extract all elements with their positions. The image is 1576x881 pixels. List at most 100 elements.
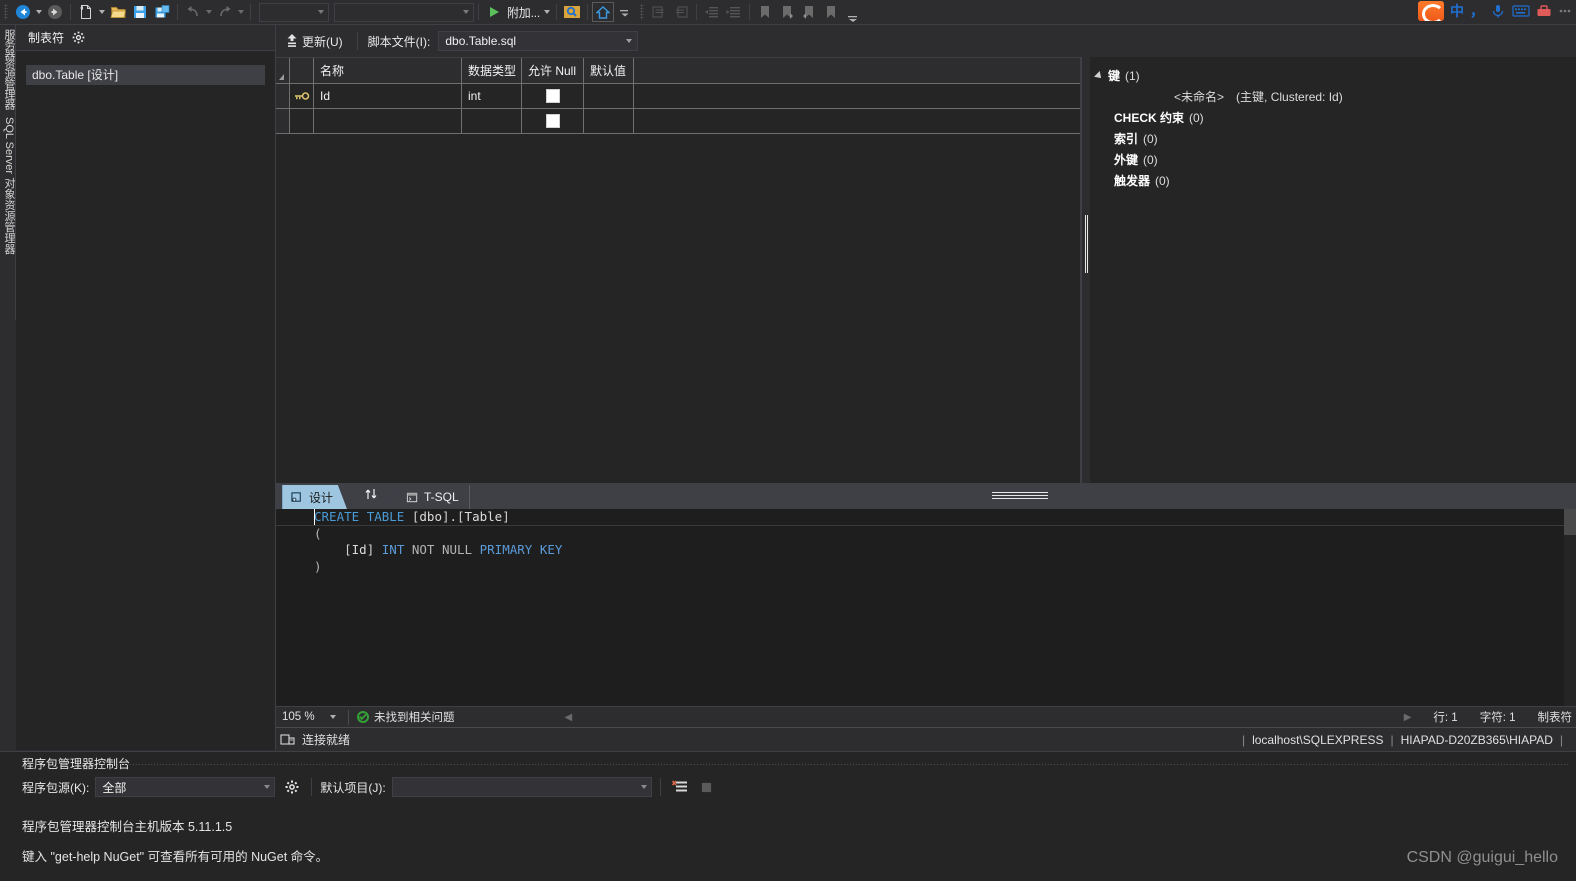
increase-indent-icon[interactable] [723, 1, 745, 23]
package-source-combo[interactable]: 全部 [95, 777, 276, 797]
new-file-dropdown[interactable] [97, 10, 107, 14]
row-name-cell[interactable]: Id [314, 84, 462, 108]
row-allow-null-cell[interactable] [522, 84, 584, 108]
comment-selection-icon[interactable] [648, 1, 670, 23]
toolbar-separator-6 [587, 4, 589, 20]
bookmark-icon[interactable] [754, 1, 776, 23]
tab-tsql[interactable]: T-SQL [384, 485, 470, 509]
tree-node-indexes[interactable]: 索引 (0) [1090, 128, 1576, 149]
row-datatype-cell[interactable] [462, 109, 522, 133]
chevron-down-icon [626, 39, 633, 43]
script-file-value: dbo.Table.sql [445, 34, 517, 48]
platform-combo[interactable] [334, 2, 474, 22]
connection-divider: | [1241, 732, 1246, 747]
tree-node-check-constraints[interactable]: CHECK 约束 (0) [1090, 107, 1576, 128]
stop-icon[interactable] [697, 782, 716, 793]
undo-dropdown[interactable] [204, 10, 214, 14]
row-name-cell[interactable] [314, 109, 462, 133]
keys-tree-panel: 键 (1) <未命名> (主键, Clustered: Id) CHECK 约束… [1090, 57, 1576, 483]
grid-header-default[interactable]: 默认值 [584, 58, 634, 83]
connection-server: localhost\SQLEXPRESS [1252, 732, 1384, 747]
navigate-back-icon[interactable] [12, 1, 34, 23]
start-debug-icon[interactable] [483, 1, 505, 23]
configuration-combo[interactable] [259, 2, 329, 22]
row-default-cell[interactable] [584, 84, 634, 108]
decrease-indent-icon[interactable] [701, 1, 723, 23]
editor-line-1[interactable]: CREATE TABLE [dbo].[Table] [276, 509, 1576, 526]
gear-icon[interactable] [72, 31, 85, 44]
ime-punctuation[interactable]: ， [1470, 1, 1484, 21]
tree-node-count: (0) [1143, 152, 1158, 167]
navigate-back-dropdown[interactable] [34, 10, 44, 14]
table-row[interactable]: Id int [276, 84, 1080, 109]
scrollbar-thumb[interactable] [1564, 509, 1576, 535]
update-button[interactable]: 更新(U) [282, 31, 347, 52]
toolbar-grip-2[interactable] [636, 2, 648, 22]
clear-console-icon[interactable] [669, 779, 691, 795]
tree-node-triggers[interactable]: 触发器 (0) [1090, 170, 1576, 191]
update-button-label: 更新(U) [302, 34, 343, 49]
editor-line-4[interactable]: ) [276, 559, 1576, 576]
attach-dropdown[interactable] [542, 10, 552, 14]
new-file-icon[interactable] [75, 1, 97, 23]
script-file-combo[interactable]: dbo.Table.sql [438, 31, 639, 51]
ime-more-icon[interactable] [1558, 4, 1572, 18]
row-allow-null-cell[interactable] [522, 109, 584, 133]
tree-node-unnamed-key[interactable]: <未命名> (主键, Clustered: Id) [1090, 86, 1576, 107]
toolbar-overflow-2-icon[interactable] [842, 1, 864, 23]
tab-design[interactable]: 设计 [282, 485, 348, 509]
zoom-level-combo[interactable]: 105 % [278, 708, 340, 727]
row-datatype-cell[interactable]: int [462, 84, 522, 108]
grid-header-allow-null[interactable]: 允许 Null [522, 58, 584, 83]
ime-toolbox-icon[interactable] [1536, 3, 1552, 19]
ime-chinese-mode[interactable]: 中 [1450, 1, 1464, 21]
navigate-forward-icon[interactable] [44, 1, 66, 23]
next-bookmark-icon[interactable] [776, 1, 798, 23]
tsql-editor[interactable]: CREATE TABLE [dbo].[Table] ( [Id] INT NO… [276, 509, 1576, 706]
package-console-output[interactable]: 程序包管理器控制台主机版本 5.11.1.5 键入 "get-help NuGe… [0, 800, 1576, 872]
undo-icon[interactable] [182, 1, 204, 23]
row-selector[interactable] [290, 109, 314, 133]
editor-line-2[interactable]: ( [276, 526, 1576, 543]
package-console-title-bar: 程序包管理器控制台 [0, 752, 1576, 774]
tree-node-keys[interactable]: 键 (1) [1090, 65, 1576, 86]
list-item-dbo-table[interactable]: dbo.Table [设计] [26, 65, 265, 85]
sogou-ime-logo-icon[interactable] [1418, 1, 1444, 21]
ime-keyboard-icon[interactable] [1512, 4, 1530, 18]
toolbar-separator-5 [556, 4, 558, 20]
home-icon[interactable] [592, 2, 615, 22]
vertical-splitter[interactable] [1080, 57, 1082, 483]
redo-dropdown[interactable] [236, 10, 246, 14]
search-icon[interactable] [561, 1, 583, 23]
clear-bookmarks-icon[interactable] [820, 1, 842, 23]
ime-microphone-icon[interactable] [1490, 3, 1506, 19]
editor-line-3[interactable]: [Id] INT NOT NULL PRIMARY KEY [276, 542, 1576, 559]
previous-bookmark-icon[interactable] [798, 1, 820, 23]
save-icon[interactable] [129, 1, 151, 23]
grid-corner-cell[interactable] [276, 58, 290, 83]
horizontal-splitter-grip[interactable] [992, 492, 1048, 499]
tree-node-foreign-keys[interactable]: 外键 (0) [1090, 149, 1576, 170]
chevron-down-icon [264, 785, 271, 789]
grid-header-datatype[interactable]: 数据类型 [462, 58, 522, 83]
editor-vertical-scrollbar[interactable] [1564, 509, 1576, 706]
toolbar-grip[interactable] [0, 2, 12, 22]
redo-icon[interactable] [214, 1, 236, 23]
table-row[interactable] [276, 109, 1080, 134]
allow-null-checkbox[interactable] [545, 89, 560, 103]
attach-button-label[interactable]: 附加... [505, 4, 542, 21]
package-settings-gear-icon[interactable] [281, 780, 303, 794]
toolbar-overflow-icon[interactable] [614, 1, 636, 23]
open-file-icon[interactable] [107, 1, 129, 23]
default-project-combo[interactable] [391, 777, 652, 797]
save-all-icon[interactable] [151, 1, 173, 23]
grid-header-name[interactable]: 名称 [314, 58, 462, 83]
tree-node-label: <未命名> [1174, 90, 1225, 104]
row-default-cell[interactable] [584, 109, 634, 133]
status-scroll-right-icon[interactable]: ▶ [1404, 712, 1412, 723]
allow-null-checkbox[interactable] [545, 114, 560, 128]
status-scroll-left-icon[interactable]: ◀ [565, 712, 573, 723]
chevron-down-icon[interactable] [1090, 72, 1108, 80]
uncomment-selection-icon[interactable] [670, 1, 692, 23]
swap-panes-icon[interactable] [364, 487, 378, 501]
